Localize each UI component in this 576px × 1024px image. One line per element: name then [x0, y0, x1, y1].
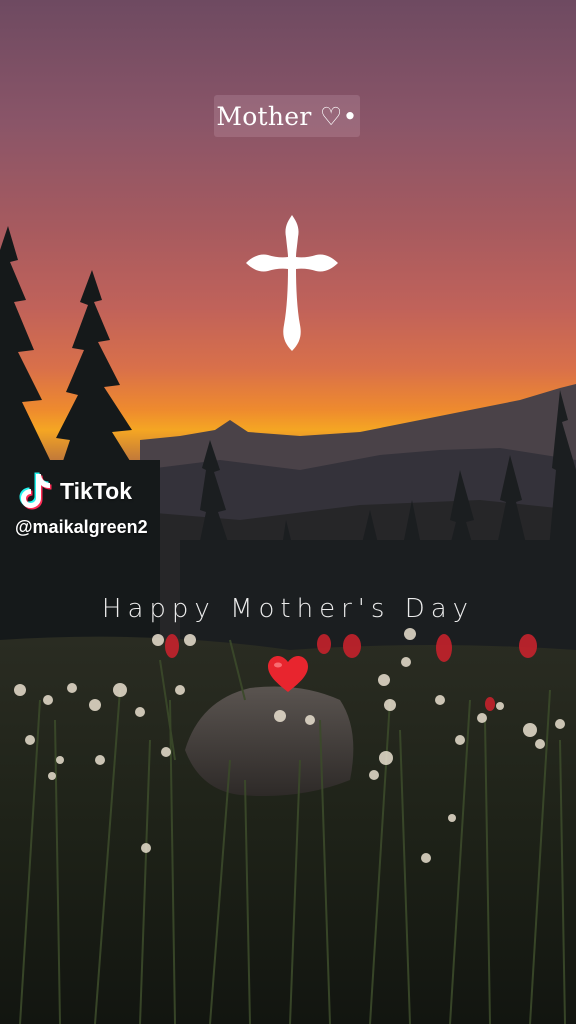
tiktok-brand-text: TikTok [60, 477, 132, 504]
tiktok-logo-icon [19, 472, 52, 510]
title-overlay: Mother ♡• [214, 95, 360, 137]
landscape [0, 226, 576, 1024]
cross-icon [246, 215, 338, 351]
video-frame: Mother ♡• TikTok @maikalgreen2 Happy Mot… [0, 0, 576, 1024]
caption-text: Happy Mother's Day [101, 594, 475, 624]
tiktok-watermark: TikTok [18, 471, 132, 511]
creator-handle: @maikalgreen2 [15, 517, 148, 537]
heart-icon [268, 656, 308, 692]
left-pines [0, 226, 160, 640]
